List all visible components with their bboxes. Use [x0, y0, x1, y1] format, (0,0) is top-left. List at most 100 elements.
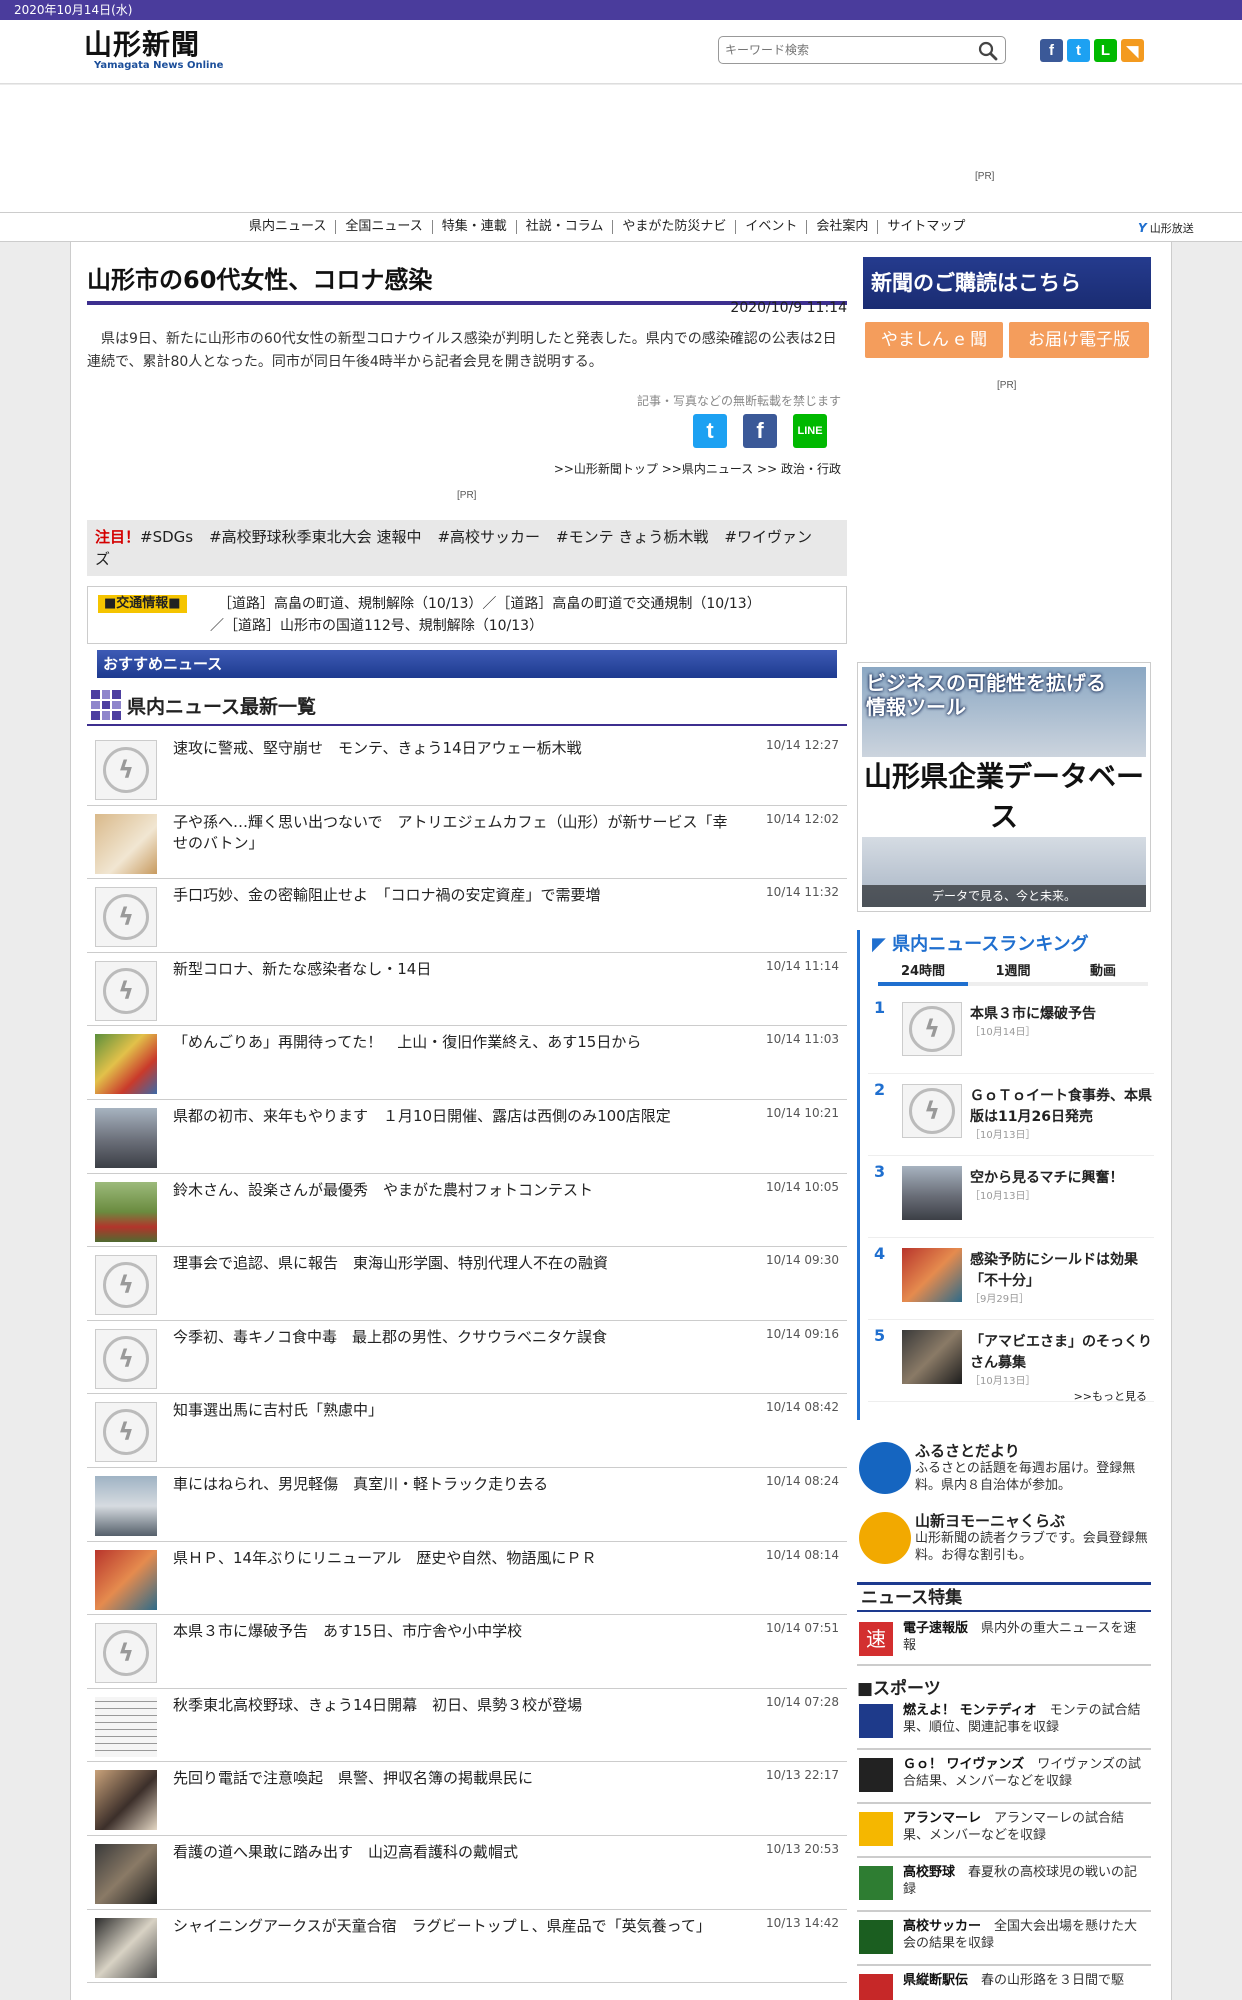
rss-icon[interactable]: ◥: [1121, 39, 1144, 62]
sports-item[interactable]: アランマーレ アランマーレの試合結果、メンバーなどを収録: [857, 1806, 1151, 1858]
placeholder-flash-icon[interactable]: ϟ: [95, 887, 157, 948]
broadcaster-link[interactable]: Y 山形放送: [1138, 220, 1194, 236]
yamashin-ebun-button[interactable]: やましん e 聞: [865, 322, 1003, 358]
news-thumbnail[interactable]: [95, 1181, 157, 1242]
search-input[interactable]: [719, 37, 959, 63]
sports-item[interactable]: 県縦断駅伝 春の山形路を３日間で駆: [857, 1968, 1151, 2000]
search-icon[interactable]: [977, 40, 999, 62]
news-thumbnail[interactable]: [95, 1475, 157, 1536]
news-headline[interactable]: 速攻に警戒、堅守崩せ モンテ、きょう14日アウェー栃木戦: [173, 738, 733, 759]
news-row[interactable]: 秋季東北高校野球、きょう14日開幕 初日、県勢３校が登場 10/14 07:28: [87, 1689, 847, 1763]
news-thumbnail[interactable]: [95, 1107, 157, 1168]
nav-item[interactable]: やまがた防災ナビ: [613, 220, 737, 234]
traffic-text[interactable]: ［道路］高畠の町道、規制解除（10/13）／［道路］高畠の町道で交通規制（10/…: [210, 593, 838, 637]
news-row[interactable]: ϟ 本県３市に爆破予告 あす15日、市庁舎や小中学校 10/14 07:51: [87, 1615, 847, 1689]
twitter-icon[interactable]: t: [1067, 39, 1090, 62]
news-thumbnail[interactable]: [95, 1917, 157, 1978]
placeholder-flash-icon[interactable]: ϟ: [95, 1328, 157, 1389]
trending-tag[interactable]: #SDGs: [140, 528, 193, 546]
news-row[interactable]: シャイニングアークスが天童合宿 ラグビートップＬ、県産品で「英気養って」 10/1…: [87, 1910, 847, 1984]
news-headline[interactable]: 知事選出馬に吉村氏「熟慮中」: [173, 1400, 733, 1421]
news-headline[interactable]: 子や孫へ…輝く思い出つないで アトリエジェムカフェ（山形）が新サービス「幸せのバ…: [173, 812, 733, 854]
news-thumbnail[interactable]: [95, 1696, 157, 1757]
placeholder-flash-icon[interactable]: ϟ: [95, 1623, 157, 1684]
news-headline[interactable]: 先回り電話で注意喚起 県警、押収名簿の掲載県民に: [173, 1768, 733, 1789]
news-row[interactable]: ϟ 新型コロナ、新たな感染者なし・14日 10/14 11:14: [87, 953, 847, 1027]
news-headline[interactable]: 看護の道へ果敢に踏み出す 山辺高看護科の戴帽式: [173, 1842, 733, 1863]
line-icon[interactable]: L: [1094, 39, 1117, 62]
news-row[interactable]: ϟ 知事選出馬に吉村氏「熟慮中」 10/14 08:42: [87, 1394, 847, 1468]
news-headline[interactable]: 手口巧妙、金の密輸阻止せよ 「コロナ禍の安定資産」で需要増: [173, 885, 733, 906]
news-row[interactable]: 先回り電話で注意喚起 県警、押収名簿の掲載県民に 10/13 22:17: [87, 1762, 847, 1836]
trending-tag[interactable]: #モンテ きょう栃木戦: [556, 528, 708, 546]
news-headline[interactable]: 秋季東北高校野球、きょう14日開幕 初日、県勢３校が登場: [173, 1695, 733, 1716]
nav-item[interactable]: 県内ニュース: [240, 220, 337, 234]
share-twitter-icon[interactable]: t: [693, 414, 727, 448]
news-row[interactable]: ϟ 手口巧妙、金の密輸阻止せよ 「コロナ禍の安定資産」で需要増 10/14 11:3…: [87, 879, 847, 953]
news-row[interactable]: ϟ 速攻に警戒、堅守崩せ モンテ、きょう14日アウェー栃木戦 10/14 12:27: [87, 732, 847, 806]
news-thumbnail[interactable]: [902, 1248, 962, 1302]
news-headline[interactable]: 「めんごりあ」再開待ってた！ 上山・復旧作業終え、あす15日から: [173, 1032, 733, 1053]
news-thumbnail[interactable]: [902, 1330, 962, 1384]
news-row[interactable]: 県都の初市、来年もやります １月10日開催、露店は西側のみ100店限定 10/14…: [87, 1100, 847, 1174]
news-thumbnail[interactable]: [95, 1549, 157, 1610]
nav-item[interactable]: イベント: [736, 220, 808, 234]
nav-item[interactable]: 会社案内: [807, 220, 879, 234]
trending-tag[interactable]: #高校野球秋季東北大会 速報中: [209, 528, 421, 546]
placeholder-flash-icon[interactable]: ϟ: [95, 1255, 157, 1316]
news-thumbnail[interactable]: [95, 1770, 157, 1831]
placeholder-flash-icon[interactable]: ϟ: [902, 1084, 962, 1138]
ranking-item[interactable]: 1 ϟ 本県３市に爆破予告 ［10月14日］: [868, 994, 1154, 1074]
news-thumbnail[interactable]: [95, 813, 157, 874]
more-link[interactable]: >>もっと見る: [1074, 1388, 1147, 1404]
sports-item[interactable]: Ｇｏ！ ワイヴァンズ ワイヴァンズの試合結果、メンバーなどを収録: [857, 1752, 1151, 1804]
digital-edition-button[interactable]: お届け電子版: [1009, 322, 1149, 358]
sports-item[interactable]: 燃えよ！ モンテディオ モンテの試合結果、順位、関連記事を収録: [857, 1698, 1151, 1750]
news-headline[interactable]: シャイニングアークスが天童合宿 ラグビートップＬ、県産品で「英気養って」: [173, 1916, 733, 1937]
news-thumbnail[interactable]: [95, 1034, 157, 1095]
ranking-item[interactable]: 3 空から見るマチに興奮！ ［10月13日］: [868, 1158, 1154, 1238]
breadcrumb[interactable]: >>山形新聞トップ >>県内ニュース >> 政治・行政: [554, 460, 841, 477]
news-row[interactable]: ϟ 理事会で追認、県に報告 東海山形学園、特別代理人不在の融資 10/14 09:3…: [87, 1247, 847, 1321]
news-thumbnail[interactable]: [95, 1843, 157, 1904]
placeholder-flash-icon[interactable]: ϟ: [95, 960, 157, 1021]
promo-block[interactable]: ふるさとだより ふるさとの話題を毎週お届け。登録無料。県内８自治体が参加。: [857, 1440, 1157, 1504]
news-row[interactable]: 子や孫へ…輝く思い出つないで アトリエジェムカフェ（山形）が新サービス「幸せのバ…: [87, 806, 847, 880]
rank-title[interactable]: 「アマビエさま」のそっくりさん募集 ［10月13日］: [970, 1332, 1156, 1390]
news-headline[interactable]: 今季初、毒キノコ食中毒 最上郡の男性、クサウラベニタケ誤食: [173, 1327, 733, 1348]
news-headline[interactable]: 新型コロナ、新たな感染者なし・14日: [173, 959, 733, 980]
news-headline[interactable]: 県都の初市、来年もやります １月10日開催、露店は西側のみ100店限定: [173, 1106, 733, 1127]
news-headline[interactable]: 鈴木さん、設楽さんが最優秀 やまがた農村フォトコンテスト: [173, 1180, 733, 1201]
rank-title[interactable]: 空から見るマチに興奮！ ［10月13日］: [970, 1168, 1156, 1205]
rank-title[interactable]: 本県３市に爆破予告 ［10月14日］: [970, 1004, 1156, 1041]
ranking-item[interactable]: 4 感染予防にシールドは効果「不十分」 ［9月29日］: [868, 1240, 1154, 1320]
nav-item[interactable]: 特集・連載: [433, 220, 517, 234]
placeholder-flash-icon[interactable]: ϟ: [902, 1002, 962, 1056]
ranking-tab[interactable]: 24時間: [878, 962, 968, 986]
news-row[interactable]: 鈴木さん、設楽さんが最優秀 やまがた農村フォトコンテスト 10/14 10:05: [87, 1174, 847, 1248]
news-row[interactable]: 県ＨＰ、14年ぶりにリニューアル 歴史や自然、物語風にＰＲ 10/14 08:14: [87, 1542, 847, 1616]
trending-tag[interactable]: #高校サッカー: [437, 528, 540, 546]
site-logo[interactable]: 山形新聞 Yamagata News Online: [84, 30, 234, 76]
placeholder-flash-icon[interactable]: ϟ: [95, 1402, 157, 1463]
news-headline[interactable]: 理事会で追認、県に報告 東海山形学園、特別代理人不在の融資: [173, 1253, 733, 1274]
sports-item[interactable]: 高校野球 春夏秋の高校球児の戦いの記録: [857, 1860, 1151, 1912]
news-row[interactable]: 「めんごりあ」再開待ってた！ 上山・復旧作業終え、あす15日から 10/14 11…: [87, 1026, 847, 1100]
nav-item[interactable]: 社説・コラム: [517, 220, 614, 234]
placeholder-flash-icon[interactable]: ϟ: [95, 740, 157, 800]
rank-title[interactable]: 感染予防にシールドは効果「不十分」 ［9月29日］: [970, 1250, 1156, 1308]
ranking-item[interactable]: 2 ϟ ＧｏＴｏイート食事券、本県版は11月26日発売 ［10月13日］: [868, 1076, 1154, 1156]
rank-title[interactable]: ＧｏＴｏイート食事券、本県版は11月26日発売 ［10月13日］: [970, 1086, 1156, 1144]
subscribe-banner[interactable]: 新聞のご購読はこちら: [863, 257, 1151, 309]
news-row[interactable]: 看護の道へ果敢に踏み出す 山辺高看護科の戴帽式 10/13 20:53: [87, 1836, 847, 1910]
company-database-banner[interactable]: ビジネスの可能性を拡げる情報ツール 山形県企業データベース データで見る、今と未…: [857, 662, 1151, 912]
feature-item[interactable]: 速電子速報版 県内外の重大ニュースを速報: [857, 1616, 1151, 1666]
share-line-icon[interactable]: LINE: [793, 414, 827, 448]
ranking-tab[interactable]: 動画: [1058, 962, 1148, 982]
facebook-icon[interactable]: f: [1040, 39, 1063, 62]
news-thumbnail[interactable]: [902, 1166, 962, 1220]
news-headline[interactable]: 車にはねられ、男児軽傷 真室川・軽トラック走り去る: [173, 1474, 733, 1495]
news-row[interactable]: 車にはねられ、男児軽傷 真室川・軽トラック走り去る 10/14 08:24: [87, 1468, 847, 1542]
sports-item[interactable]: 高校サッカー 全国大会出場を懸けた大会の結果を収録: [857, 1914, 1151, 1966]
news-headline[interactable]: 県ＨＰ、14年ぶりにリニューアル 歴史や自然、物語風にＰＲ: [173, 1548, 733, 1569]
